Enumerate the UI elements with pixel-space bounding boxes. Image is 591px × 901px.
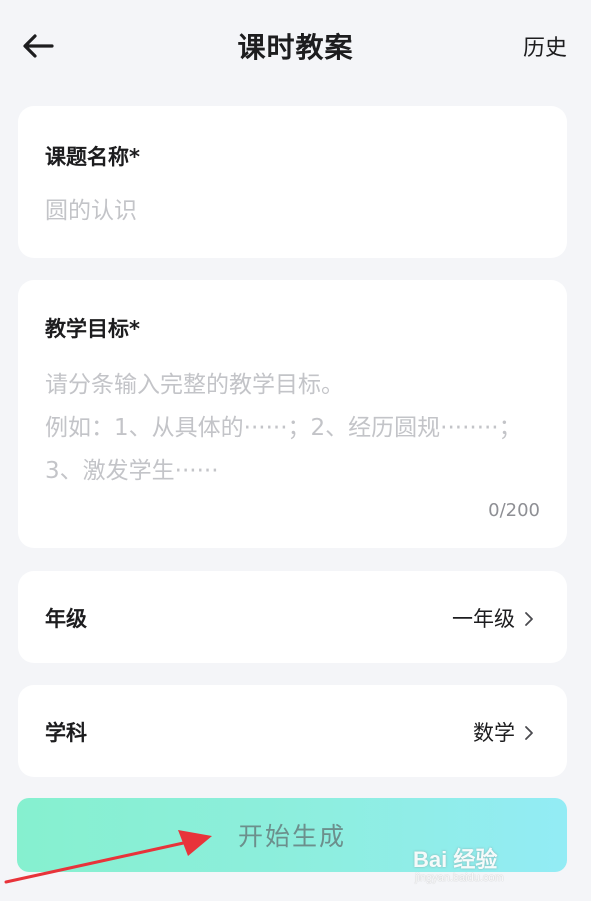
watermark: Bai 经验 jingyan.baidu.com [413, 836, 573, 890]
chevron-right-icon [523, 723, 535, 741]
teaching-goal-textarea[interactable] [45, 364, 545, 490]
topic-card: 课题名称* [18, 106, 567, 258]
grade-label: 年级 [45, 607, 87, 631]
page-title: 课时教案 [237, 31, 354, 64]
char-counter: 0/200 [488, 500, 540, 521]
grade-value-group[interactable]: 一年级 [452, 603, 535, 633]
teaching-goal-label: 教学目标* [45, 317, 140, 341]
watermark-logo: Bai 经验 [413, 842, 503, 874]
topic-label: 课题名称* [45, 145, 140, 169]
grade-selector[interactable]: 年级 一年级 [18, 571, 567, 663]
chevron-right-icon [523, 609, 535, 627]
subject-selector[interactable]: 学科 数学 [18, 685, 567, 777]
watermark-logo-text: Bai 经验 [413, 847, 498, 872]
topic-input[interactable] [45, 198, 525, 224]
history-link[interactable]: 历史 [523, 30, 567, 62]
grade-value: 一年级 [452, 607, 515, 631]
subject-label: 学科 [45, 721, 87, 745]
subject-value-group[interactable]: 数学 [473, 717, 535, 747]
subject-value: 数学 [473, 721, 515, 745]
teaching-goal-card: 教学目标* 0/200 [18, 280, 567, 548]
watermark-url: jingyan.baidu.com [415, 872, 504, 884]
header: 课时教案 历史 [0, 0, 591, 92]
